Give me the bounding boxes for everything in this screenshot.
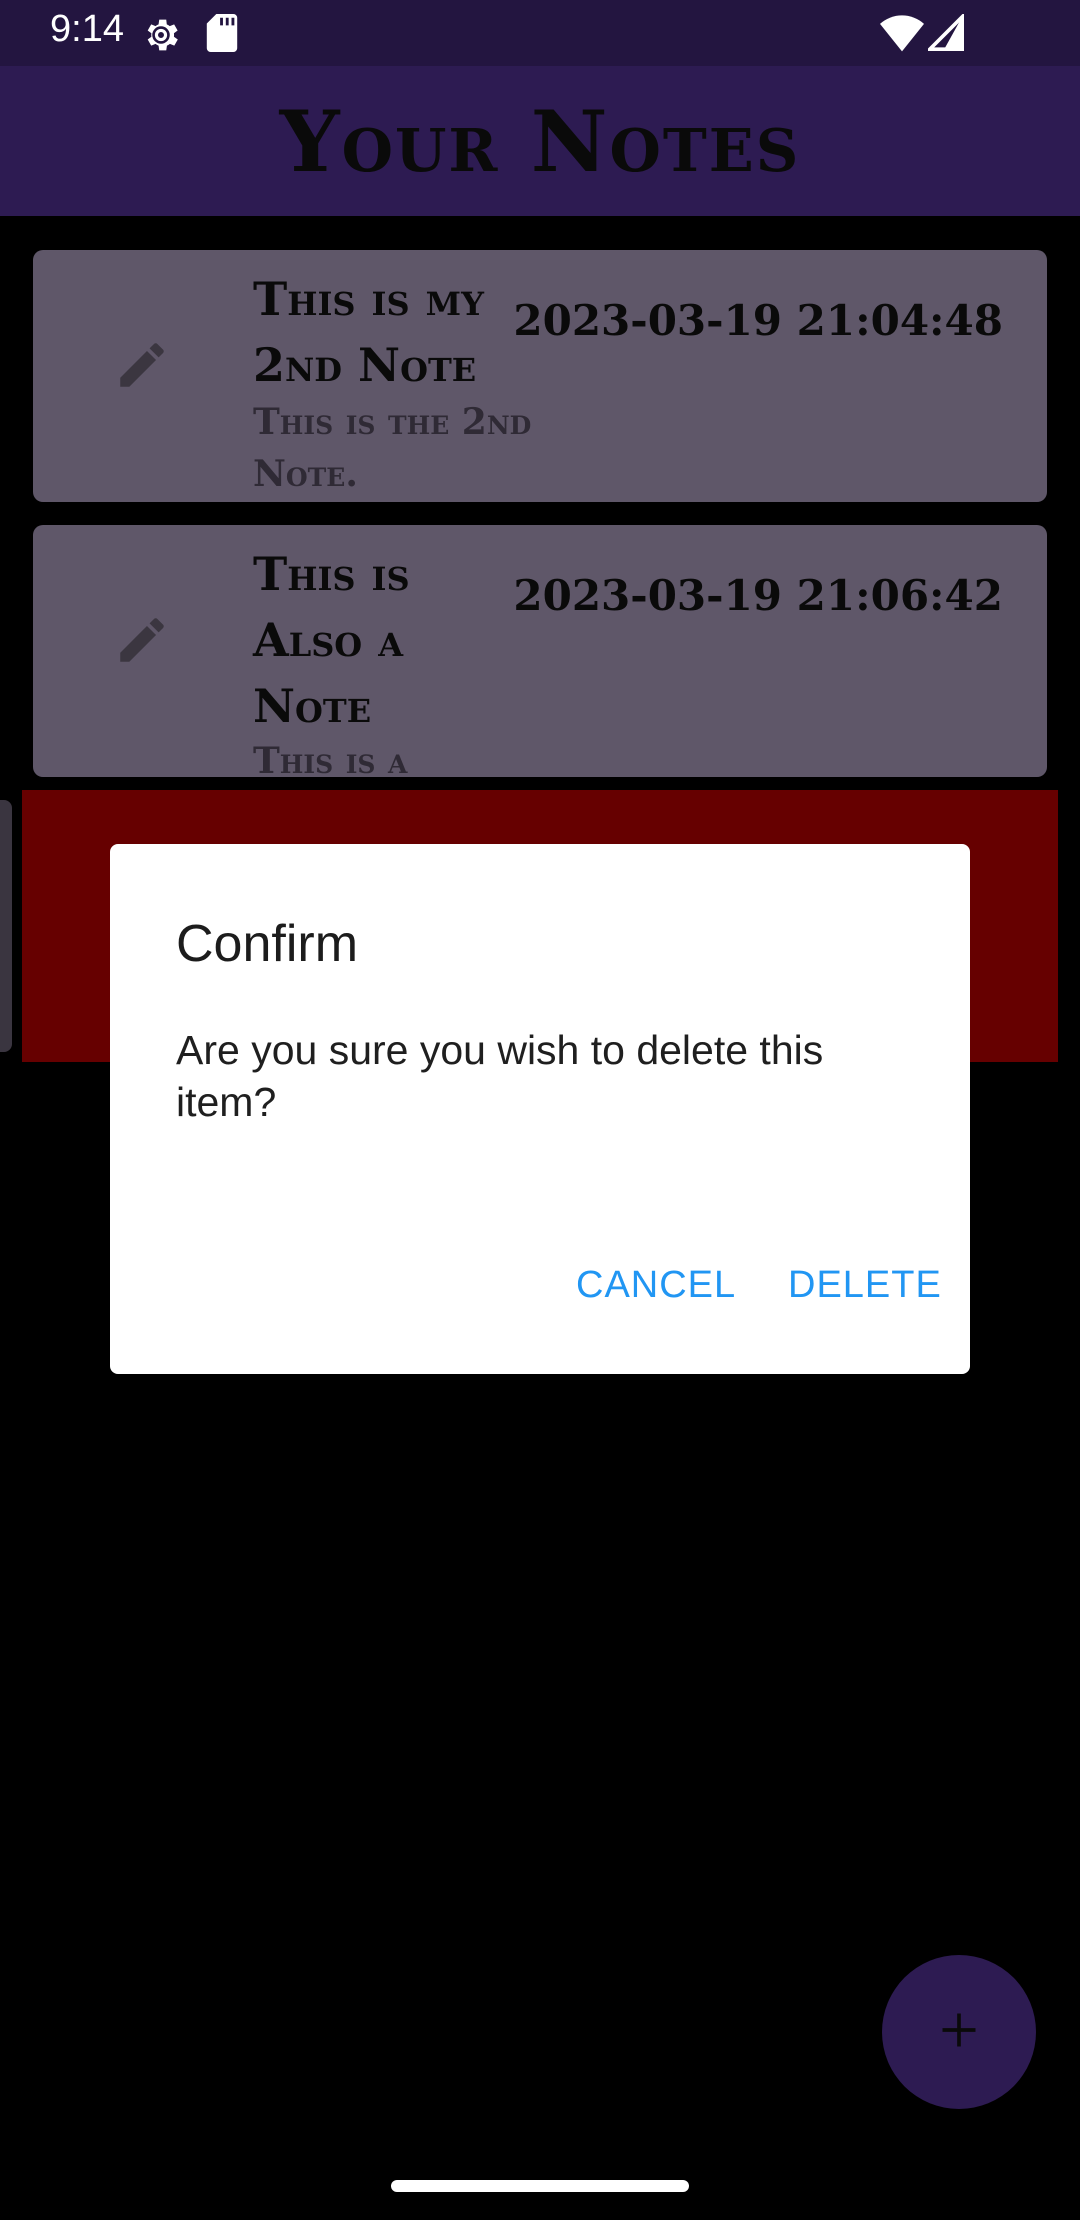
note-date: 2023-03-19 21:06:42: [513, 571, 1003, 620]
pencil-edit-icon[interactable]: [113, 336, 171, 398]
note-date: 2023-03-19 21:04:48: [513, 296, 1003, 345]
cell-signal-icon: [925, 12, 964, 56]
dialog-message: Are you sure you wish to delete this ite…: [176, 1027, 824, 1125]
pencil-edit-icon[interactable]: [113, 611, 171, 673]
delete-button[interactable]: DELETE: [788, 1264, 942, 1307]
note-title: This is Also a Note: [253, 547, 410, 733]
wifi-icon: [880, 14, 924, 56]
cancel-button[interactable]: CANCEL: [576, 1264, 736, 1307]
confirm-dialog: Confirm Are you sure you wish to delete …: [110, 844, 970, 1374]
dialog-title: Confirm: [176, 915, 359, 973]
swiped-note-card[interactable]: [0, 800, 12, 1052]
note-card[interactable]: This is my 2nd Note This is the 2nd Note…: [33, 250, 1047, 502]
home-indicator[interactable]: [391, 2180, 689, 2192]
page-title: Your Notes: [279, 91, 801, 191]
note-body: This is the 2nd Note.: [253, 401, 532, 495]
plus-icon: [937, 2008, 981, 2056]
settings-gear-icon: [140, 14, 182, 60]
note-title: This is my 2nd Note: [253, 272, 484, 392]
note-body: This is a: [253, 740, 408, 777]
app-bar: Your Notes: [0, 66, 1080, 216]
add-note-button[interactable]: [882, 1955, 1036, 2109]
note-card[interactable]: This is Also a Note This is a 2023-03-19…: [33, 525, 1047, 777]
status-time: 9:14: [50, 8, 124, 50]
status-bar: 9:14: [0, 0, 1080, 66]
sd-card-icon: [206, 14, 238, 56]
